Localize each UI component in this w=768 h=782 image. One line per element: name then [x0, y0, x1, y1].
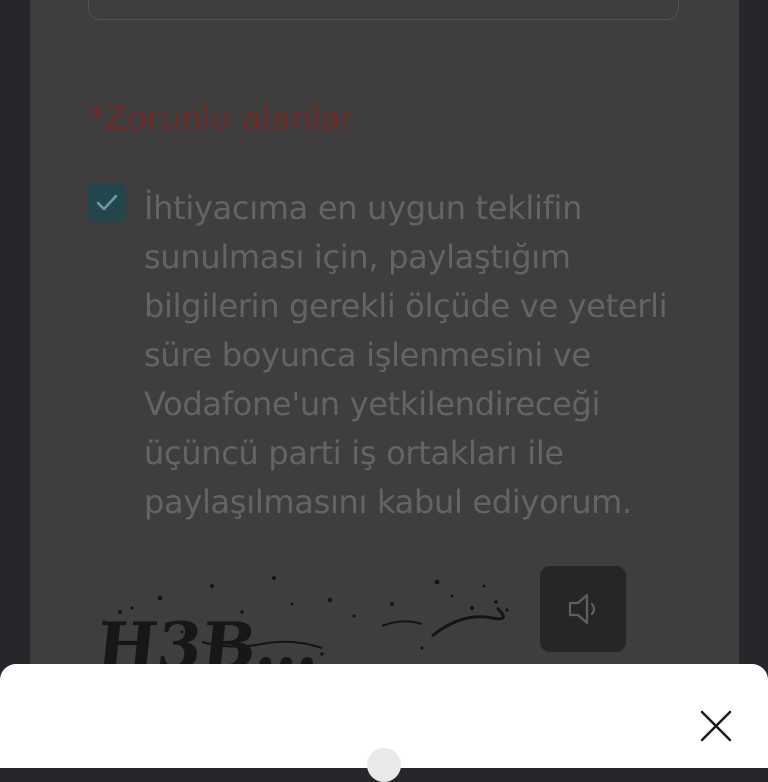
- text-input-field[interactable]: [88, 0, 679, 20]
- captcha-text: H3B…: [93, 609, 324, 670]
- close-icon[interactable]: [694, 704, 738, 748]
- audio-captcha-button[interactable]: [540, 566, 626, 652]
- consent-checkbox[interactable]: [88, 184, 126, 222]
- captcha-image: H3B…: [93, 576, 509, 670]
- checkmark-icon: [96, 194, 118, 211]
- speaker-icon: [568, 593, 596, 625]
- sheet-handle[interactable]: [367, 748, 401, 782]
- required-fields-note: *Zorunlu alanlar: [88, 98, 354, 137]
- consent-text: İhtiyacıma en uygun teklifin sunulması i…: [144, 189, 668, 521]
